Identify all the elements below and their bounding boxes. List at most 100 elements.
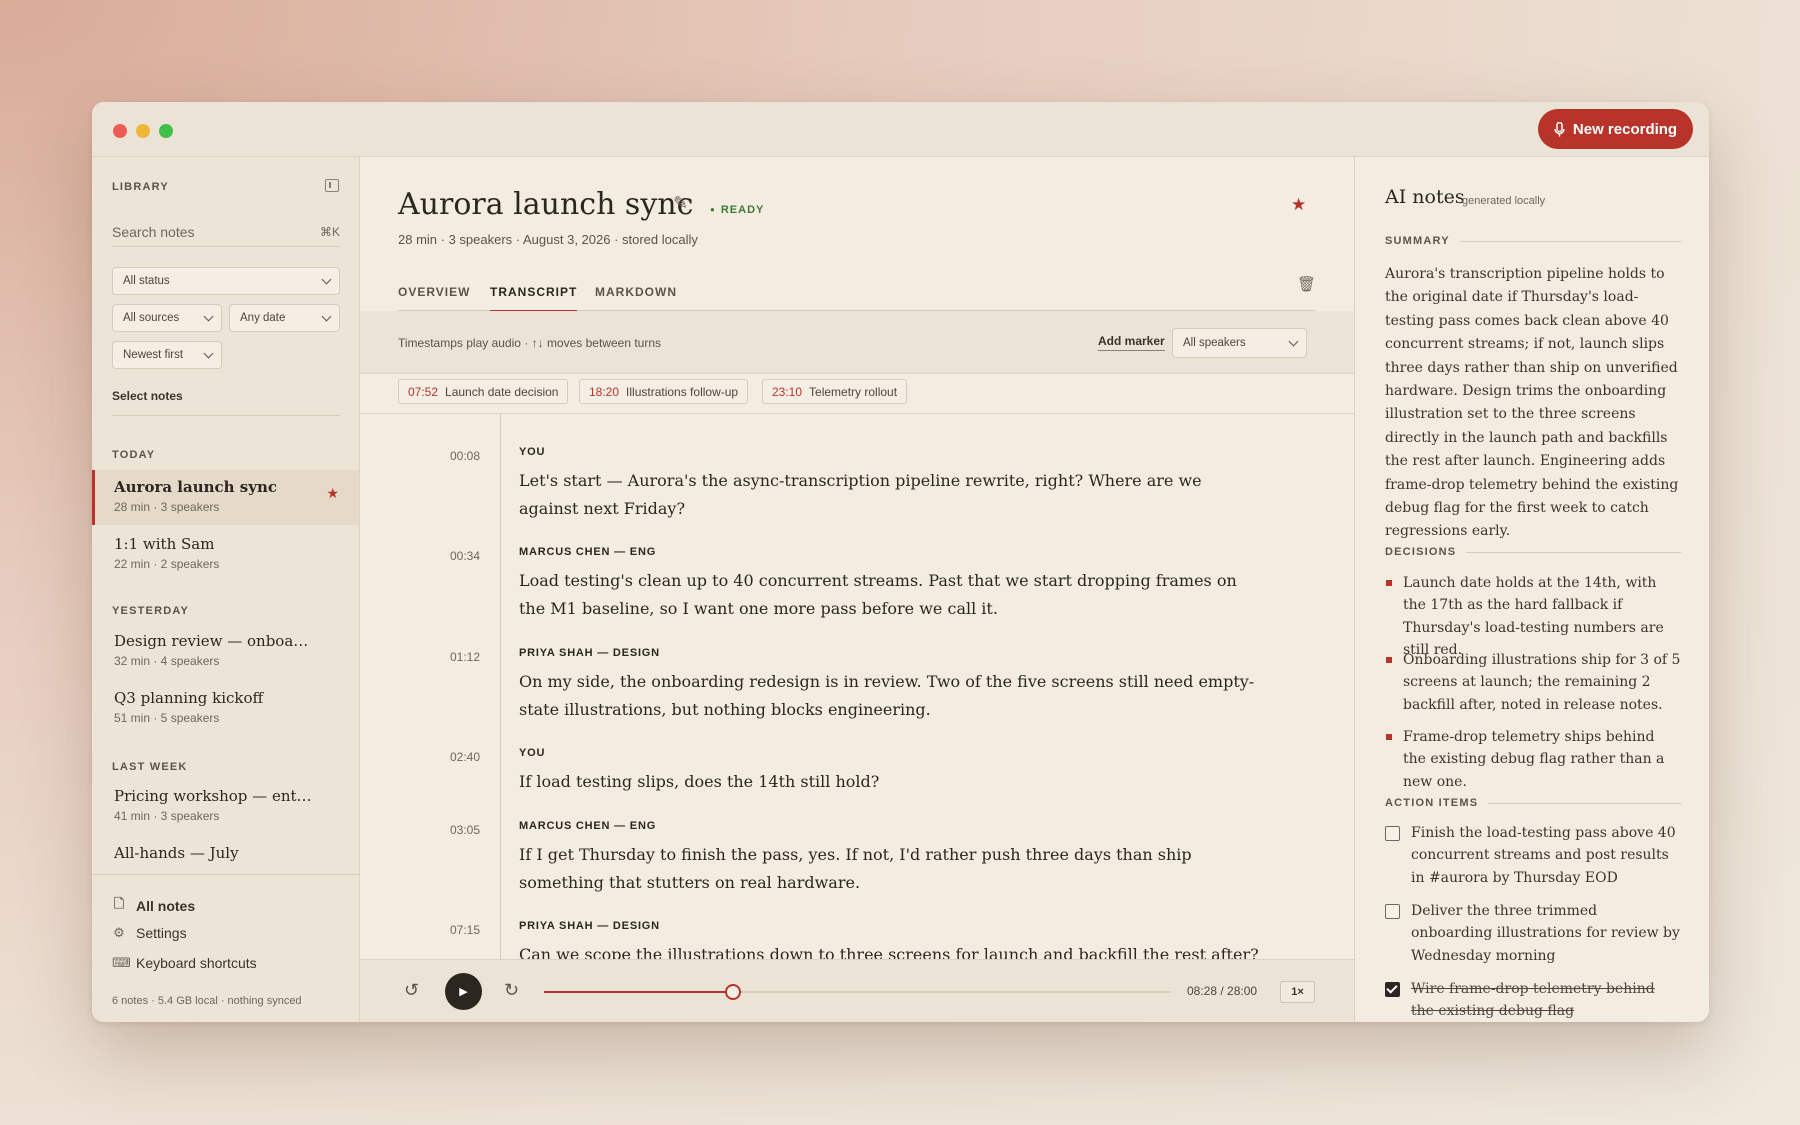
turn-timestamp[interactable]: 00:34 [440,549,480,563]
progress-track[interactable] [544,984,1171,1000]
note-item[interactable]: Design review — onboardi… 32 min · 4 spe… [92,624,359,679]
main-panel: Aurora launch sync ✎ READY ★ 28 min · 3 … [360,157,1354,1022]
transcript: 00:08 YOU Let's start — Aurora's the asy… [360,414,1354,960]
section-yesterday: YESTERDAY [112,605,190,617]
checkbox[interactable] [1385,904,1400,919]
turn-text: Can we scope the illustrations down to t… [519,945,1259,960]
sources-filter[interactable]: All sources [112,304,222,332]
speaker-filter-value: All speakers [1183,337,1246,349]
sources-filter-value: All sources [123,312,180,324]
turn-timestamp[interactable]: 03:05 [440,823,480,837]
nav-settings[interactable]: ⚙ Settings [112,925,186,941]
status-badge: READY [710,204,764,216]
zoom-window-button[interactable] [159,124,173,138]
marker-chip[interactable]: 23:10 Telemetry rollout [762,379,908,404]
nav-all-notes-label: All notes [136,898,196,914]
note-item[interactable]: Q3 planning kickoff 51 min · 5 speakers [92,681,359,736]
app-window: New recording LIBRARY Search notes ⌘K Al… [92,102,1709,1022]
library-label: LIBRARY [112,181,169,193]
turn-text: Load testing's clean up to 40 concurrent… [519,571,1237,618]
search-input[interactable]: Search notes ⌘K [112,217,340,247]
action-item-text: Finish the load-testing pass above 40 co… [1411,825,1676,886]
audio-player: ↺ ▶ ↻ 08:28 / 28:00 1× [360,959,1354,1022]
ai-notes-title: AI notes [1385,186,1465,208]
turn-speaker: YOU [519,446,546,458]
play-button[interactable]: ▶ [445,973,482,1010]
nav-all-notes[interactable]: 🗋 All notes [112,895,195,917]
tab-overview[interactable]: OVERVIEW [398,285,470,310]
decision-item: Onboarding illustrations ship for 3 of 5… [1385,649,1681,716]
star-icon[interactable]: ★ [1291,195,1306,215]
decision-item: Frame-drop telemetry ships behind the ex… [1385,726,1681,793]
action-item: Deliver the three trimmed onboarding ill… [1385,900,1681,967]
note-meta: 22 min · 2 speakers [114,557,220,571]
new-recording-label: New recording [1572,120,1678,138]
sort-select[interactable]: Newest first [112,341,222,369]
tab-bar: OVERVIEW TRANSCRIPT MARKDOWN [398,275,1316,312]
action-items-heading: ACTION ITEMS [1385,797,1681,809]
rewind-icon[interactable]: ↺ [404,980,419,1001]
decisions-heading: DECISIONS [1385,546,1681,558]
star-icon: ★ [326,485,339,501]
note-title: Q3 planning kickoff [114,689,264,707]
checkbox[interactable] [1385,826,1400,841]
chevron-down-icon [321,311,332,322]
recording-meta: 28 min · 3 speakers · August 3, 2026 · s… [398,232,698,247]
marker-time: 18:20 [589,384,620,399]
select-notes-button[interactable]: Select notes [112,389,183,403]
forward-icon[interactable]: ↻ [504,980,519,1001]
turn-timestamp[interactable]: 00:08 [440,449,480,463]
mic-icon [1554,121,1565,136]
decisions-label: DECISIONS [1385,546,1457,558]
section-last-week: LAST WEEK [112,761,188,773]
date-filter-value: Any date [240,312,286,324]
checkbox[interactable] [1385,982,1400,997]
marker-chip[interactable]: 18:20 Illustrations follow-up [579,379,749,404]
turn-text: If load testing slips, does the 14th sti… [519,772,880,791]
note-title: 1:1 with Sam [114,535,215,553]
document-icon: 🗋 [113,896,125,911]
tab-transcript[interactable]: TRANSCRIPT [490,285,578,312]
action-item-text: Deliver the three trimmed onboarding ill… [1411,903,1680,964]
nav-keyboard-shortcuts[interactable]: ⌨ Keyboard shortcuts [112,955,257,971]
sidebar-toggle-icon[interactable] [325,179,339,192]
date-filter[interactable]: Any date [229,304,340,332]
pencil-icon[interactable]: ✎ [673,193,688,214]
turn-timestamp[interactable]: 01:12 [440,650,480,664]
keyboard-icon: ⌨ [112,955,131,970]
timeline-rule [500,414,501,960]
marker-chip[interactable]: 07:52 Launch date decision [398,379,569,404]
turn-timestamp[interactable]: 07:15 [440,923,480,937]
chevron-down-icon [203,311,214,322]
trash-icon[interactable]: 🗑 [1297,275,1316,293]
close-window-button[interactable] [113,124,127,138]
turn-timestamp[interactable]: 02:40 [440,750,480,764]
chevron-down-icon [1288,336,1299,347]
marker-label: Telemetry rollout [809,384,898,399]
minimize-window-button[interactable] [136,124,150,138]
status-filter[interactable]: All status [112,267,340,295]
status-filter-value: All status [123,275,170,287]
chevron-down-icon [203,348,214,359]
action-item-text: Wire frame-drop telemetry behind the exi… [1411,981,1655,1020]
note-meta: 51 min · 5 speakers [114,711,220,725]
summary-text: Aurora's transcription pipeline holds to… [1385,266,1679,540]
note-item[interactable]: 1:1 with Sam 22 min · 2 speakers [92,527,359,582]
tab-markdown[interactable]: MARKDOWN [595,285,677,310]
speed-button[interactable]: 1× [1280,981,1315,1003]
add-marker-button[interactable]: Add marker [1098,334,1165,351]
note-item[interactable]: Aurora launch sync 28 min · 3 speakers ★ [92,470,359,525]
action-items-label: ACTION ITEMS [1385,797,1479,809]
speaker-filter[interactable]: All speakers [1172,328,1307,358]
note-title: Design review — onboardi… [114,632,314,650]
search-shortcut: ⌘K [319,224,340,239]
turn-speaker: PRIYA SHAH — DESIGN [519,920,660,932]
transcript-hint: Timestamps play audio · ↑↓ moves between… [398,336,661,350]
page-title: Aurora launch sync [398,187,694,222]
note-item[interactable]: Pricing workshop — enter… 41 min · 3 spe… [92,779,359,834]
scrubber-handle[interactable] [725,984,742,1000]
new-recording-button[interactable]: New recording [1538,109,1693,149]
marker-label: Launch date decision [445,384,559,399]
storage-status: 6 notes · 5.4 GB local · nothing synced [112,995,302,1007]
chevron-down-icon [321,274,332,285]
